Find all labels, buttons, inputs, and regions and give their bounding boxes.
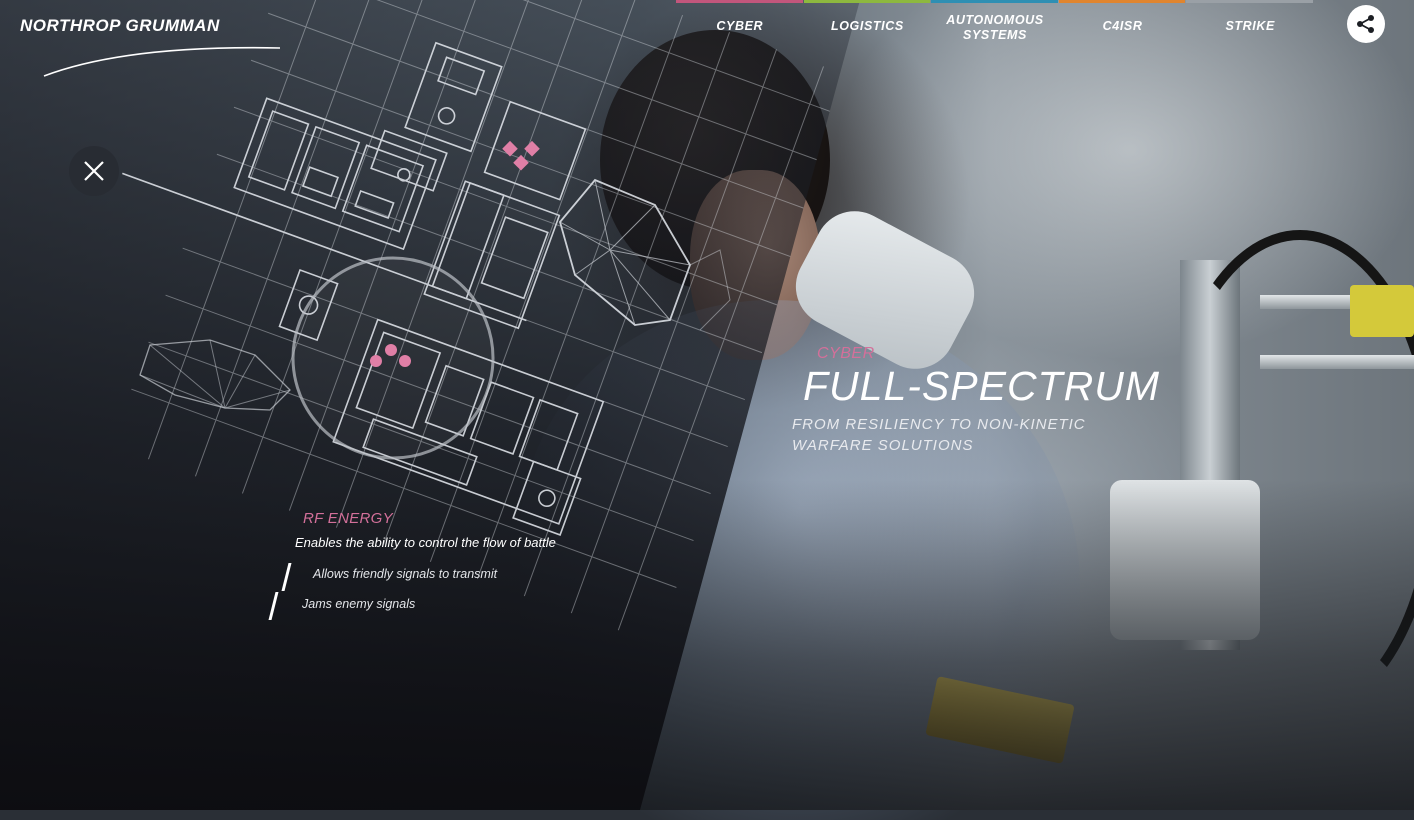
nav-item-strike[interactable]: STRIKE — [1186, 0, 1314, 60]
nav-color-bar — [676, 0, 803, 3]
equipment-rail-lower — [1260, 355, 1414, 369]
feature-title: RF ENERGY — [303, 510, 393, 527]
hero-subtitle: FROM RESILIENCY TO NON-KINETIC WARFARE S… — [792, 416, 1086, 454]
logo-swoosh-icon — [43, 46, 281, 77]
nav-label: CYBER — [716, 19, 764, 33]
close-icon — [84, 161, 104, 181]
nav-label: AUTONOMOUS SYSTEMS — [946, 13, 1044, 42]
feature-description: Enables the ability to control the flow … — [295, 535, 556, 550]
hero-category-tag: CYBER — [817, 345, 875, 362]
close-button[interactable] — [69, 146, 119, 196]
nav-label: STRIKE — [1225, 19, 1275, 33]
yellow-clamp — [1350, 285, 1414, 337]
top-navigation: CYBER LOGISTICS AUTONOMOUS SYSTEMS C4ISR… — [676, 0, 1314, 60]
feature-bullet: Allows friendly signals to transmit — [313, 567, 498, 581]
nav-label: C4ISR — [1102, 19, 1143, 33]
nav-item-c4isr[interactable]: C4ISR — [1058, 0, 1187, 60]
nav-color-bar — [931, 0, 1058, 3]
nav-color-bar — [803, 0, 931, 3]
share-icon — [1357, 15, 1374, 33]
logo-wordmark: NORTHROP GRUMMAN — [20, 16, 220, 35]
nav-item-cyber[interactable]: CYBER — [676, 0, 804, 60]
nav-color-bar — [1186, 0, 1313, 3]
feature-bullet: Jams enemy signals — [302, 597, 416, 611]
northrop-grumman-logo[interactable]: NORTHROP GRUMMAN — [20, 14, 281, 77]
nav-label: LOGISTICS — [831, 19, 904, 33]
hero-title: FULL-SPECTRUM — [803, 363, 1160, 409]
share-button[interactable] — [1347, 5, 1385, 43]
circuit-schematic-graphic — [122, 0, 848, 631]
nav-item-autonomous-systems[interactable]: AUTONOMOUS SYSTEMS — [931, 0, 1059, 60]
nav-color-bar — [1058, 0, 1186, 3]
nav-item-logistics[interactable]: LOGISTICS — [803, 0, 932, 60]
